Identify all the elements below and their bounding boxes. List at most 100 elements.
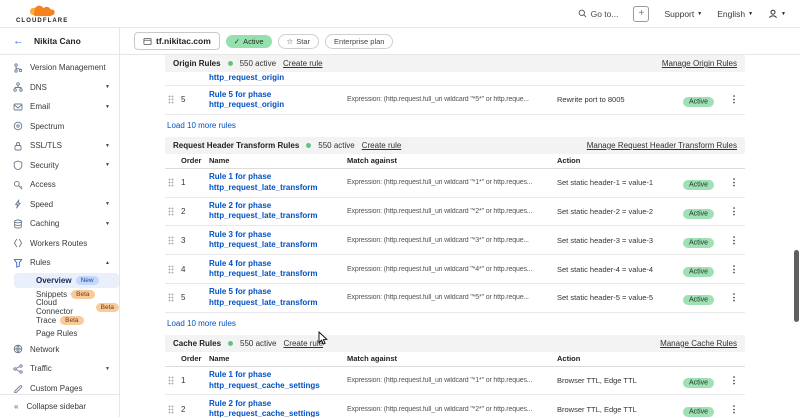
kebab-menu-icon[interactable]: ⋮ — [727, 293, 741, 302]
load-more-transform-link[interactable]: Load 10 more rules — [165, 315, 236, 331]
check-icon: ✓ — [234, 37, 240, 46]
drag-handle-icon[interactable] — [168, 405, 174, 414]
cache-rules-header: Cache Rules 550 active Create rule Manag… — [165, 335, 745, 352]
kebab-menu-icon[interactable]: ⋮ — [727, 236, 741, 245]
lightning-icon — [13, 199, 23, 209]
table-column-header: Order Name Match against Action — [165, 154, 745, 169]
sidebar-item-rules[interactable]: Rules ▲ — [0, 253, 119, 273]
status-badge: Active — [683, 209, 714, 219]
rule-name-link[interactable]: Rule 1 for phasehttp_request_late_transf… — [209, 172, 347, 193]
sidebar-item-rules-cloud-connector[interactable]: Cloud Connector Beta — [0, 301, 119, 314]
share-nodes-icon — [13, 364, 23, 374]
kebab-menu-icon[interactable]: ⋮ — [727, 95, 741, 104]
rule-row: 2 Rule 2 for phasehttp_request_cache_set… — [165, 395, 745, 417]
top-header-menu: Go to... + Support ▼ English ▼ ▼ — [578, 6, 786, 22]
kebab-menu-icon[interactable]: ⋮ — [727, 178, 741, 187]
drag-handle-icon[interactable] — [168, 178, 174, 187]
active-dot — [306, 143, 311, 148]
drag-handle-icon[interactable] — [168, 207, 174, 216]
kebab-menu-icon[interactable]: ⋮ — [727, 405, 741, 414]
kebab-menu-icon[interactable]: ⋮ — [727, 207, 741, 216]
kebab-menu-icon[interactable]: ⋮ — [727, 265, 741, 274]
sidebar-item-ssl-tls[interactable]: SSL/TLS ▼ — [0, 136, 119, 156]
funnel-icon — [13, 258, 23, 268]
rule-name-link[interactable]: Rule 2 for phasehttp_request_late_transf… — [209, 201, 347, 222]
chevron-down-icon: ▼ — [748, 11, 753, 17]
rule-name-link[interactable]: Rule 2 for phasehttp_request_cache_setti… — [209, 399, 347, 417]
cloudflare-logo-text: CLOUDFLARE — [16, 18, 68, 24]
table-column-header: Order Name Match against Action — [165, 352, 745, 367]
rule-row: 5 Rule 5 for phase http_request_origin E… — [165, 86, 745, 115]
plan-badge: Enterprise plan — [325, 34, 393, 49]
drag-handle-icon[interactable] — [168, 293, 174, 302]
status-badge: Active — [683, 180, 714, 190]
drag-handle-icon[interactable] — [168, 236, 174, 245]
rule-action: Rewrite port to 8005 — [557, 95, 683, 104]
sidebar-item-rules-overview[interactable]: Overview New — [14, 273, 119, 288]
cloudflare-logo[interactable]: CLOUDFLARE — [16, 4, 68, 24]
cloudflare-cloud-icon — [26, 4, 58, 17]
sidebar: Version Management DNS ▼ Email ▼ — [0, 55, 120, 417]
manage-request-header-transform-rules-link[interactable]: Manage Request Header Transform Rules — [587, 141, 737, 150]
email-icon — [13, 102, 23, 112]
collapse-sidebar-button[interactable]: « Collapse sidebar — [0, 394, 119, 417]
rule-name-link[interactable]: Rule 4 for phasehttp_request_late_transf… — [209, 259, 347, 280]
sidebar-item-speed[interactable]: Speed ▼ — [0, 195, 119, 215]
back-arrow[interactable]: ← — [13, 35, 24, 47]
rule-name-link[interactable]: Rule 5 for phase http_request_origin — [209, 90, 347, 111]
sidebar-item-access[interactable]: Access — [0, 175, 119, 195]
domain-selector[interactable]: tf.nikitac.com — [134, 32, 220, 50]
create-rule-link[interactable]: Create rule — [284, 339, 324, 348]
new-badge: New — [76, 276, 99, 285]
manage-cache-rules-link[interactable]: Manage Cache Rules — [660, 339, 737, 348]
rule-expression: Expression: (http.request.full_uri wildc… — [347, 96, 557, 103]
rule-action: Set static header-3 = value-3 — [557, 236, 683, 245]
domain-cell: tf.nikitac.com ✓ Active ☆ Star Enterpris… — [120, 28, 393, 54]
database-icon — [13, 219, 23, 229]
add-button[interactable]: + — [633, 6, 649, 22]
collapse-icon: « — [14, 402, 18, 411]
beta-badge: Beta — [60, 316, 83, 325]
shield-icon — [13, 160, 23, 170]
rule-name-link[interactable]: http_request_origin — [209, 73, 347, 83]
status-badge: Active — [683, 378, 714, 388]
rule-action: Set static header-4 = value-4 — [557, 265, 683, 274]
rule-action: Set static header-1 = value-1 — [557, 178, 683, 187]
beta-badge: Beta — [96, 303, 119, 312]
chevron-down-icon: ▼ — [697, 11, 702, 17]
support-menu[interactable]: Support ▼ — [664, 9, 702, 19]
rule-row: 1 Rule 1 for phasehttp_request_cache_set… — [165, 367, 745, 396]
sidebar-item-rules-page-rules[interactable]: Page Rules — [0, 327, 119, 340]
rule-name-link[interactable]: Rule 5 for phasehttp_request_late_transf… — [209, 287, 347, 308]
sidebar-item-spectrum[interactable]: Spectrum — [0, 117, 119, 137]
sidebar-item-caching[interactable]: Caching ▼ — [0, 214, 119, 234]
rule-name-link[interactable]: Rule 3 for phasehttp_request_late_transf… — [209, 230, 347, 251]
manage-origin-rules-link[interactable]: Manage Origin Rules — [662, 59, 737, 68]
chevron-up-icon: ▲ — [105, 260, 110, 266]
rule-action: Set static header-2 = value-2 — [557, 207, 683, 216]
branch-icon — [13, 63, 23, 73]
vertical-scrollbar-thumb[interactable] — [794, 250, 799, 322]
sidebar-item-version-management[interactable]: Version Management — [0, 58, 119, 78]
drag-handle-icon[interactable] — [168, 265, 174, 274]
sidebar-item-workers-routes[interactable]: Workers Routes — [0, 234, 119, 254]
rule-row: 1 Rule 1 for phasehttp_request_late_tran… — [165, 169, 745, 198]
sidebar-item-network[interactable]: Network — [0, 340, 119, 360]
load-more-origin-link[interactable]: Load 10 more rules — [165, 117, 236, 133]
sidebar-item-traffic[interactable]: Traffic ▼ — [0, 359, 119, 379]
support-label: Support — [664, 9, 694, 19]
rule-name-link[interactable]: Rule 1 for phasehttp_request_cache_setti… — [209, 370, 347, 391]
drag-handle-icon[interactable] — [168, 95, 174, 104]
sidebar-item-security[interactable]: Security ▼ — [0, 156, 119, 176]
sidebar-item-email[interactable]: Email ▼ — [0, 97, 119, 117]
create-rule-link[interactable]: Create rule — [283, 59, 323, 68]
drag-handle-icon[interactable] — [168, 376, 174, 385]
kebab-menu-icon[interactable]: ⋮ — [727, 376, 741, 385]
status-badge: Active — [683, 267, 714, 277]
language-menu[interactable]: English ▼ — [717, 9, 753, 19]
goto-search[interactable]: Go to... — [578, 9, 619, 19]
star-button[interactable]: ☆ Star — [278, 34, 320, 49]
account-menu[interactable]: ▼ — [768, 9, 786, 19]
create-rule-link[interactable]: Create rule — [362, 141, 402, 150]
sidebar-item-dns[interactable]: DNS ▼ — [0, 78, 119, 98]
